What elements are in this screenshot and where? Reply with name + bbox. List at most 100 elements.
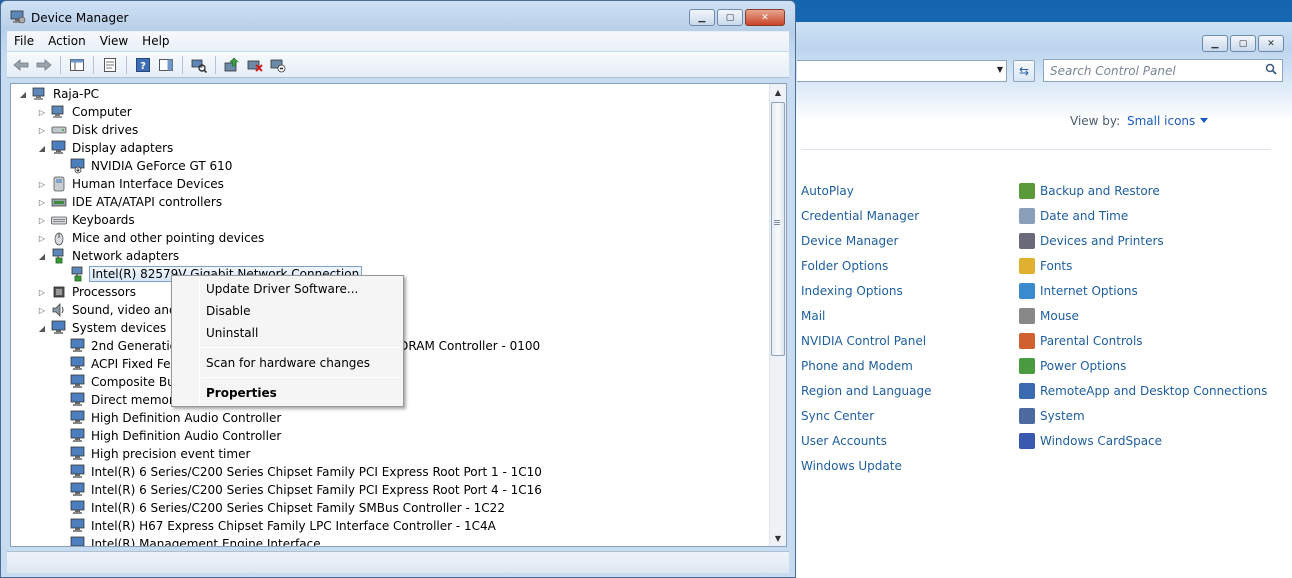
cp-item-remoteapp-and-desktop-connections[interactable]: RemoteApp and Desktop Connections [1019, 378, 1267, 403]
cp-item-label: Power Options [1040, 358, 1127, 373]
menu-file[interactable]: File [7, 32, 41, 52]
cp-item-folder-options[interactable]: Folder Options [801, 253, 932, 278]
back-button[interactable] [11, 55, 31, 75]
cp-item-windows-cardspace[interactable]: Windows CardSpace [1019, 428, 1267, 453]
cp-item-phone-and-modem[interactable]: Phone and Modem [801, 353, 932, 378]
tree-node[interactable]: ▷ IDE ATA/ATAPI controllers [37, 193, 224, 211]
cp-item-internet-options[interactable]: Internet Options [1019, 278, 1267, 303]
computer-icon [51, 104, 67, 120]
menu-item-update-driver[interactable]: Update Driver Software... [206, 279, 358, 299]
cp-item-icon [1019, 257, 1035, 274]
scroll-down-arrow-icon[interactable]: ▼ [770, 530, 786, 546]
cp-item-windows-update[interactable]: Windows Update [801, 453, 932, 478]
tree-node[interactable]: ◢ Raja-PC [18, 85, 101, 103]
view-by-dropdown[interactable]: Small icons [1127, 114, 1209, 128]
collapsed-arrow-icon[interactable]: ▷ [37, 107, 47, 117]
cp-item-system[interactable]: System [1019, 403, 1267, 428]
cp-item-device-manager[interactable]: Device Manager [801, 228, 932, 253]
cp-item-parental-controls[interactable]: Parental Controls [1019, 328, 1267, 353]
menu-item-scan-hardware[interactable]: Scan for hardware changes [206, 353, 370, 373]
expanded-arrow-icon[interactable]: ◢ [37, 323, 47, 333]
refresh-button[interactable]: ⇆ [1013, 60, 1035, 82]
tree-node[interactable]: Intel(R) H67 Express Chipset Family LPC … [56, 517, 498, 535]
chevron-down-icon[interactable]: ▼ [997, 65, 1003, 74]
cp-item-mouse[interactable]: Mouse [1019, 303, 1267, 328]
tree-node-label: Disk drives [72, 123, 139, 137]
tree-node[interactable]: ◢ System devices [37, 319, 168, 337]
search-icon[interactable] [1265, 63, 1277, 75]
collapsed-arrow-icon[interactable]: ▷ [37, 287, 47, 297]
cp-item-autoplay[interactable]: AutoPlay [801, 178, 932, 203]
cp-item-mail[interactable]: Mail [801, 303, 932, 328]
tree-node[interactable]: ▷ Mice and other pointing devices [37, 229, 266, 247]
cp-item-indexing-options[interactable]: Indexing Options [801, 278, 932, 303]
properties-button[interactable] [100, 55, 120, 75]
minimize-button[interactable]: ▁ [689, 9, 715, 26]
address-bar[interactable]: ▼ [797, 60, 1007, 82]
tree-node[interactable]: ◢ Network adapters [37, 247, 181, 265]
cp-item-user-accounts[interactable]: User Accounts [801, 428, 932, 453]
cp-item-credential-manager[interactable]: Credential Manager [801, 203, 932, 228]
tree-node[interactable]: ▷ Computer [37, 103, 134, 121]
cp-item-devices-and-printers[interactable]: Devices and Printers [1019, 228, 1267, 253]
menu-action[interactable]: Action [41, 32, 93, 52]
cp-item-label: Device Manager [801, 233, 899, 248]
tree-node[interactable]: High Definition Audio Controller [56, 427, 283, 445]
cp-item-nvidia-control-panel[interactable]: NVIDIA Control Panel [801, 328, 932, 353]
maximize-button[interactable]: ▢ [717, 9, 743, 26]
tree-node[interactable]: High precision event timer [56, 445, 252, 463]
tree-node[interactable]: ▷ Disk drives [37, 121, 140, 139]
cp-item-sync-center[interactable]: Sync Center [801, 403, 932, 428]
cp-item-label: Credential Manager [801, 208, 920, 223]
forward-button[interactable] [34, 55, 54, 75]
tree-node[interactable]: ▷ Processors [37, 283, 138, 301]
cp-item-region-and-language[interactable]: Region and Language [801, 378, 932, 403]
cp-item-fonts[interactable]: Fonts [1019, 253, 1267, 278]
collapsed-arrow-icon[interactable]: ▷ [37, 305, 47, 315]
disable-button[interactable] [268, 55, 288, 75]
tree-node[interactable]: ▷ Human Interface Devices [37, 175, 226, 193]
cp-item-label: Sync Center [801, 408, 875, 423]
show-hide-action-pane-button[interactable] [156, 55, 176, 75]
close-button[interactable]: ✕ [1258, 35, 1284, 52]
tree-node[interactable]: Intel(R) Management Engine Interface [56, 535, 323, 546]
update-driver-button[interactable] [222, 55, 242, 75]
search-input[interactable]: Search Control Panel [1043, 59, 1283, 82]
expanded-arrow-icon[interactable]: ◢ [37, 251, 47, 261]
help-button[interactable]: ? [133, 55, 153, 75]
collapsed-arrow-icon[interactable]: ▷ [37, 233, 47, 243]
cp-item-power-options[interactable]: Power Options [1019, 353, 1267, 378]
maximize-button[interactable]: ▢ [1230, 35, 1256, 52]
scroll-up-arrow-icon[interactable]: ▲ [770, 84, 786, 100]
uninstall-button[interactable] [245, 55, 265, 75]
menu-item-disable[interactable]: Disable [206, 301, 251, 321]
menu-item-properties[interactable]: Properties [206, 383, 277, 403]
tree-node[interactable]: Intel(R) 6 Series/C200 Series Chipset Fa… [56, 481, 544, 499]
cp-item-backup-and-restore[interactable]: Backup and Restore [1019, 178, 1267, 203]
close-button[interactable]: ✕ [745, 9, 785, 26]
collapsed-arrow-icon[interactable]: ▷ [37, 179, 47, 189]
action-pane-icon [159, 58, 173, 71]
collapsed-arrow-icon[interactable]: ▷ [37, 197, 47, 207]
divider [801, 149, 1271, 150]
vertical-scrollbar[interactable]: ▲ ▼ [769, 84, 786, 546]
collapsed-arrow-icon[interactable]: ▷ [37, 215, 47, 225]
tree-node[interactable]: NVIDIA GeForce GT 610 [56, 157, 234, 175]
scan-hardware-button[interactable] [189, 55, 209, 75]
minimize-button[interactable]: ▁ [1202, 35, 1228, 52]
menu-help[interactable]: Help [135, 32, 176, 52]
menu-view[interactable]: View [93, 32, 135, 52]
tree-node[interactable]: High Definition Audio Controller [56, 409, 283, 427]
menu-item-uninstall[interactable]: Uninstall [206, 323, 258, 343]
expanded-arrow-icon[interactable]: ◢ [18, 89, 28, 99]
tree-node[interactable]: Intel(R) 6 Series/C200 Series Chipset Fa… [56, 499, 507, 517]
expanded-arrow-icon[interactable]: ◢ [37, 143, 47, 153]
show-hide-console-tree-button[interactable] [67, 55, 87, 75]
tree-node[interactable]: ▷ Keyboards [37, 211, 137, 229]
tree-node[interactable]: Intel(R) 6 Series/C200 Series Chipset Fa… [56, 463, 544, 481]
tree-node[interactable]: ◢ Display adapters [37, 139, 175, 157]
scrollbar-thumb[interactable] [771, 102, 785, 356]
collapsed-arrow-icon[interactable]: ▷ [37, 125, 47, 135]
cp-item-date-and-time[interactable]: Date and Time [1019, 203, 1267, 228]
